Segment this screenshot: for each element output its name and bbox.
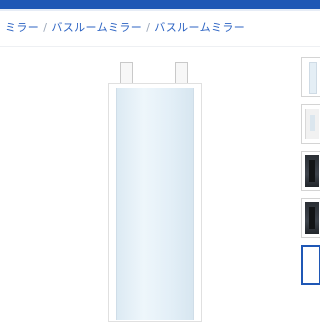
breadcrumb-item-bathroom-mirror-current[interactable]: バスルームミラー	[154, 19, 245, 35]
thumbnail-mirror-dark-room[interactable]	[301, 151, 320, 191]
thumbnail-mirror-dark-room-2[interactable]	[301, 198, 320, 238]
thumbnail-mirror-in-room[interactable]	[301, 104, 320, 144]
thumbnail-selected[interactable]	[301, 245, 320, 285]
header-divider	[0, 46, 320, 47]
thumbnail-dark-room-icon	[305, 155, 319, 187]
thumbnail-dark-room-icon	[305, 202, 319, 234]
thumbnail-mirror-front[interactable]	[301, 57, 320, 97]
thumbnail-mirror-icon	[309, 62, 317, 94]
breadcrumb: ミラー / バスルームミラー / バスルームミラー	[5, 19, 245, 35]
breadcrumb-separator: /	[146, 20, 151, 34]
breadcrumb-separator: /	[43, 20, 48, 34]
thumbnail-room-icon	[305, 109, 319, 139]
breadcrumb-item-mirror[interactable]: ミラー	[5, 19, 39, 35]
breadcrumb-item-bathroom-mirror[interactable]: バスルームミラー	[51, 19, 142, 35]
product-main-image[interactable]	[40, 52, 280, 322]
mirror-glass	[116, 88, 194, 320]
top-nav-bar	[0, 0, 320, 9]
top-nav-shadow	[0, 9, 320, 11]
